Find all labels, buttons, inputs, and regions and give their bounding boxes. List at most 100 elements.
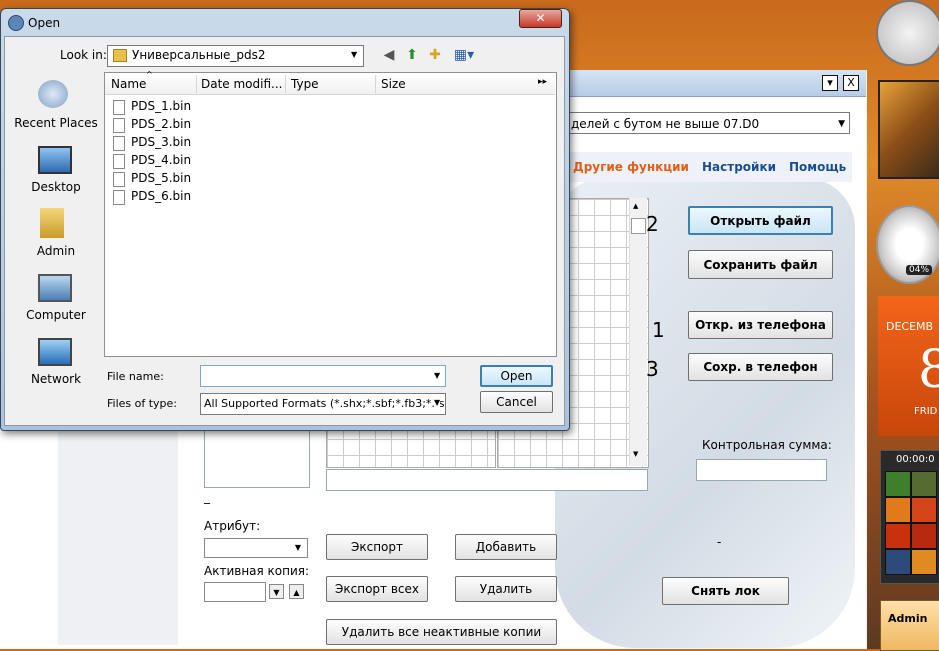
puzzle-tile[interactable] — [885, 523, 911, 549]
dialog-app-icon — [8, 15, 24, 31]
place-admin[interactable]: Admin — [8, 244, 104, 258]
file-item[interactable]: PDS_3.bin — [113, 134, 313, 152]
dialog-title: Open — [28, 16, 61, 30]
chevron-down-icon: ▼ — [294, 543, 302, 552]
network-icon — [38, 338, 72, 366]
place-recent-places[interactable]: Recent Places — [8, 116, 104, 130]
puzzle-tile[interactable] — [885, 471, 911, 497]
column-header-row — [105, 73, 555, 95]
chevron-down-icon[interactable]: ▼ — [351, 50, 357, 59]
place-network[interactable]: Network — [8, 372, 104, 386]
delete-button[interactable]: Удалить — [455, 576, 557, 602]
calendar-month: DECEMB — [886, 320, 934, 333]
file-name-label: File name: — [107, 370, 164, 383]
sort-ascending-icon: ^ — [146, 70, 153, 79]
spin-down-icon[interactable]: ▼ — [269, 584, 284, 599]
model-select-value: делей с бутом не выше 07.D0 — [571, 117, 760, 131]
slideshow-gadget[interactable] — [878, 80, 939, 179]
file-icon — [113, 118, 125, 133]
views-menu-icon[interactable]: ▦▾ — [450, 45, 478, 65]
computer-icon — [38, 274, 72, 302]
menu-settings[interactable]: Настройки — [702, 160, 776, 174]
column-type[interactable]: Type — [291, 77, 319, 91]
chevron-down-icon: ▼ — [838, 119, 845, 129]
unlock-button[interactable]: Снять лок — [662, 577, 789, 605]
status-field — [326, 469, 648, 491]
cancel-button[interactable]: Cancel — [480, 391, 553, 413]
user-folder-icon — [40, 208, 64, 238]
menu-help[interactable]: Помощь — [789, 160, 851, 174]
menu-other-functions[interactable]: Другие функции — [573, 160, 689, 174]
scroll-up-icon[interactable]: ▲ — [633, 202, 638, 210]
file-name: PDS_5.bin — [131, 171, 192, 185]
file-item[interactable]: PDS_5.bin — [113, 170, 313, 188]
export-button[interactable]: Экспорт — [326, 534, 428, 560]
minimize-button[interactable]: ▾ — [822, 75, 838, 91]
column-size[interactable]: Size — [381, 77, 406, 91]
save-to-phone-button[interactable]: Сохр. в телефон — [688, 353, 833, 381]
up-folder-icon[interactable]: ⬆ — [402, 45, 422, 65]
desktop-icon — [38, 146, 72, 174]
files-of-type-label: Files of type: — [107, 397, 178, 410]
add-button[interactable]: Добавить — [455, 534, 557, 560]
file-name: PDS_6.bin — [131, 189, 192, 203]
file-item[interactable]: PDS_1.bin — [113, 98, 313, 116]
chevron-down-icon[interactable]: ▼ — [434, 398, 441, 407]
file-icon — [113, 136, 125, 151]
grid-scrollbar[interactable]: ▲ ▼ — [629, 198, 647, 466]
more-columns-icon[interactable]: ▸▸ — [538, 77, 547, 87]
dash-label: _ — [204, 490, 210, 504]
chevron-down-icon[interactable]: ▼ — [434, 371, 440, 380]
calendar-weekday: FRID — [914, 406, 938, 417]
file-name: PDS_2.bin — [131, 117, 192, 131]
puzzle-tile[interactable] — [885, 497, 911, 523]
puzzle-tile[interactable] — [911, 549, 937, 575]
scroll-down-icon[interactable]: ▼ — [633, 450, 638, 458]
step-number-2: 2 — [646, 212, 659, 236]
save-file-button[interactable]: Сохранить файл — [688, 250, 833, 279]
files-of-type-value: All Supported Formats (*.shx;*.sbf;*.fb3… — [204, 397, 446, 410]
place-desktop[interactable]: Desktop — [8, 180, 104, 194]
new-folder-icon[interactable]: ✚ — [425, 45, 445, 65]
place-computer[interactable]: Computer — [8, 308, 104, 322]
column-name[interactable]: Name — [111, 77, 146, 91]
scroll-thumb[interactable] — [631, 218, 646, 234]
column-divider[interactable] — [285, 75, 286, 93]
export-all-button[interactable]: Экспорт всех — [326, 576, 428, 602]
column-divider[interactable] — [375, 75, 376, 93]
picture-puzzle-gadget[interactable] — [880, 450, 939, 584]
puzzle-tile[interactable] — [911, 523, 937, 549]
spin-up-icon[interactable]: ▲ — [289, 584, 304, 599]
puzzle-tile[interactable] — [911, 497, 937, 523]
puzzle-timer: 00:00:0 — [896, 454, 935, 465]
look-in-label: Look in: — [60, 48, 107, 62]
attribute-select[interactable]: ▼ — [204, 538, 308, 558]
puzzle-tile[interactable] — [885, 549, 911, 575]
model-select[interactable]: делей с бутом не выше 07.D0 ▼ — [566, 112, 850, 134]
step-number-1: 1 — [652, 318, 665, 342]
file-icon — [113, 172, 125, 187]
delete-inactive-copies-button[interactable]: Удалить все неактивные копии — [326, 619, 557, 645]
active-copy-label: Активная копия: — [204, 564, 310, 578]
close-button[interactable]: X — [843, 75, 859, 91]
file-item[interactable]: PDS_6.bin — [113, 188, 313, 206]
files-of-type-select[interactable]: All Supported Formats (*.shx;*.sbf;*.fb3… — [200, 393, 446, 415]
file-icon — [113, 100, 125, 115]
open-button[interactable]: Open — [480, 365, 553, 387]
column-date-modified[interactable]: Date modifi... — [201, 77, 282, 91]
open-from-phone-button[interactable]: Откр. из телефона — [688, 311, 833, 339]
file-name-input[interactable] — [200, 365, 446, 387]
column-divider[interactable] — [196, 75, 197, 93]
back-icon[interactable]: ◀ — [379, 45, 399, 65]
file-item[interactable]: PDS_4.bin — [113, 152, 313, 170]
dash-label-2: - — [717, 535, 722, 549]
clock-gadget — [876, 0, 939, 66]
dialog-close-button[interactable]: ✕ — [519, 9, 562, 28]
file-name: PDS_4.bin — [131, 153, 192, 167]
open-file-button[interactable]: Открыть файл — [688, 206, 833, 235]
puzzle-tile[interactable] — [911, 471, 937, 497]
file-icon — [113, 154, 125, 169]
file-item[interactable]: PDS_2.bin — [113, 116, 313, 134]
file-name: PDS_3.bin — [131, 135, 192, 149]
active-copy-field[interactable] — [204, 582, 266, 602]
